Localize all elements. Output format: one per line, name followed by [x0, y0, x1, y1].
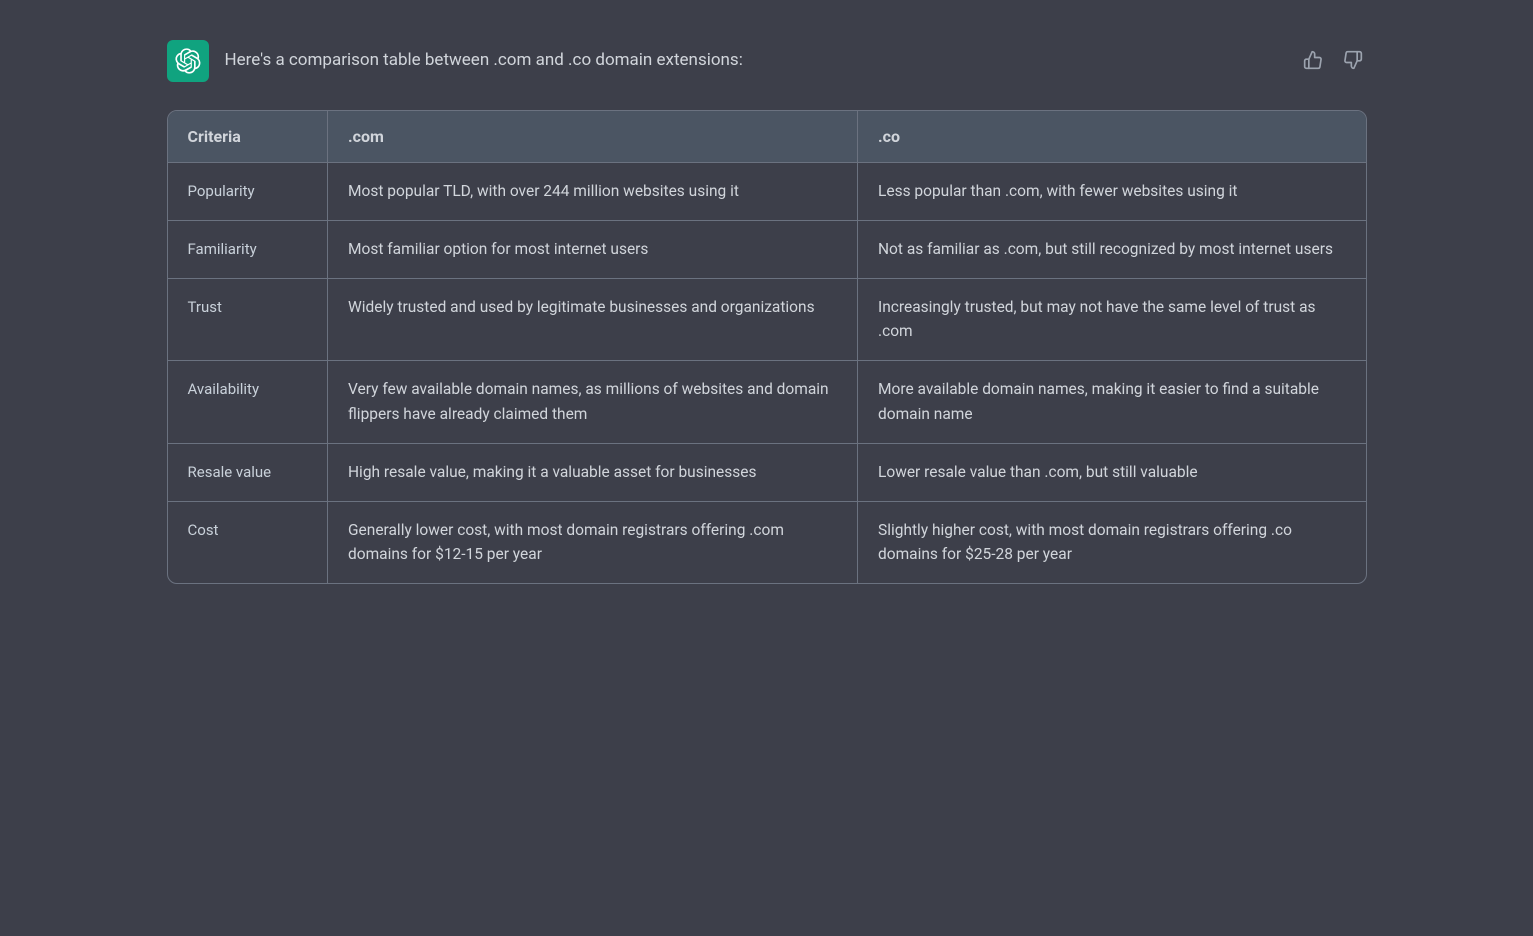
page-container: Here's a comparison table between .com a… — [127, 20, 1407, 604]
cell-co: Less popular than .com, with fewer websi… — [858, 163, 1366, 221]
thumbs-up-icon — [1303, 50, 1323, 70]
message-title: Here's a comparison table between .com a… — [225, 40, 743, 74]
table-row: Availability Very few available domain n… — [168, 361, 1366, 444]
thumbs-up-button[interactable] — [1299, 46, 1327, 74]
message-header: Here's a comparison table between .com a… — [167, 40, 1367, 82]
chatgpt-logo-icon — [175, 48, 201, 74]
feedback-buttons — [1299, 40, 1367, 74]
cell-com: High resale value, making it a valuable … — [328, 443, 858, 501]
thumbs-down-button[interactable] — [1339, 46, 1367, 74]
table-row: Cost Generally lower cost, with most dom… — [168, 501, 1366, 583]
table-body: Popularity Most popular TLD, with over 2… — [168, 163, 1366, 584]
cell-criteria: Cost — [168, 501, 328, 583]
cell-criteria: Trust — [168, 278, 328, 361]
comparison-table: Criteria .com .co Popularity Most popula… — [168, 111, 1366, 583]
cell-co: More available domain names, making it e… — [858, 361, 1366, 444]
cell-com: Generally lower cost, with most domain r… — [328, 501, 858, 583]
col-header-co: .co — [858, 111, 1366, 163]
table-header-row: Criteria .com .co — [168, 111, 1366, 163]
cell-com: Very few available domain names, as mill… — [328, 361, 858, 444]
col-header-com: .com — [328, 111, 858, 163]
cell-co: Lower resale value than .com, but still … — [858, 443, 1366, 501]
cell-criteria: Popularity — [168, 163, 328, 221]
cell-criteria: Availability — [168, 361, 328, 444]
comparison-table-wrapper: Criteria .com .co Popularity Most popula… — [167, 110, 1367, 584]
cell-co: Slightly higher cost, with most domain r… — [858, 501, 1366, 583]
table-row: Trust Widely trusted and used by legitim… — [168, 278, 1366, 361]
cell-criteria: Resale value — [168, 443, 328, 501]
table-row: Familiarity Most familiar option for mos… — [168, 220, 1366, 278]
message-header-left: Here's a comparison table between .com a… — [167, 40, 743, 82]
cell-com: Most familiar option for most internet u… — [328, 220, 858, 278]
cell-com: Widely trusted and used by legitimate bu… — [328, 278, 858, 361]
cell-co: Increasingly trusted, but may not have t… — [858, 278, 1366, 361]
thumbs-down-icon — [1343, 50, 1363, 70]
table-row: Resale value High resale value, making i… — [168, 443, 1366, 501]
table-header: Criteria .com .co — [168, 111, 1366, 163]
cell-com: Most popular TLD, with over 244 million … — [328, 163, 858, 221]
chatgpt-logo — [167, 40, 209, 82]
col-header-criteria: Criteria — [168, 111, 328, 163]
table-row: Popularity Most popular TLD, with over 2… — [168, 163, 1366, 221]
cell-co: Not as familiar as .com, but still recog… — [858, 220, 1366, 278]
cell-criteria: Familiarity — [168, 220, 328, 278]
